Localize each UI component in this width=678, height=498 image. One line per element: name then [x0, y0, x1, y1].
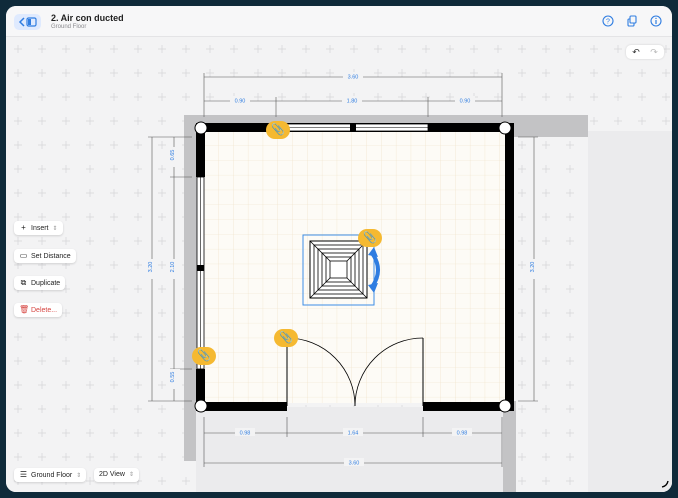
dim-bottom-total[interactable]: 3.60 [349, 461, 360, 467]
dim-left-total[interactable]: 3.20 [148, 262, 154, 273]
floor-plan-canvas[interactable]: 3.60 0.90 1.80 0.90 3.20 0.65 2.10 0.55 … [6, 37, 672, 492]
dim-right-total[interactable]: 3.20 [530, 262, 536, 273]
dim-left-mid[interactable]: 2.10 [170, 262, 176, 273]
back-button[interactable] [14, 14, 41, 30]
help-icon[interactable]: ? [602, 15, 614, 27]
chevron-left-icon [18, 17, 37, 27]
corner-node[interactable] [194, 399, 208, 413]
dim-left-top[interactable]: 0.65 [170, 150, 176, 161]
redo-icon[interactable]: ↷ [645, 46, 663, 58]
page-title: 2. Air con ducted [51, 13, 124, 23]
undo-redo-group: ↶ ↷ [626, 45, 664, 59]
share-icon[interactable] [626, 15, 638, 27]
chevron-updown-icon: ⇕ [52, 226, 58, 232]
chevron-updown-icon: ⇕ [76, 473, 82, 479]
dim-bottom-left[interactable]: 0.98 [240, 431, 251, 437]
chevron-updown-icon: ⇕ [128, 472, 134, 478]
paperclip-icon[interactable]: 📎 [274, 329, 298, 347]
svg-text:?: ? [606, 19, 610, 26]
page-subtitle: Ground Floor [51, 24, 87, 30]
paperclip-icon[interactable]: 📎 [358, 229, 382, 247]
corner-node[interactable] [498, 399, 512, 413]
dim-bottom-right[interactable]: 0.98 [457, 431, 468, 437]
corner-node[interactable] [498, 121, 512, 135]
dim-top-left[interactable]: 0.90 [235, 99, 246, 105]
floor-plan-drawing[interactable]: 3.60 0.90 1.80 0.90 3.20 0.65 2.10 0.55 … [6, 37, 672, 492]
adjacent-wall-right [503, 401, 516, 492]
info-icon[interactable] [650, 15, 662, 27]
dim-top-right[interactable]: 0.90 [460, 99, 471, 105]
set-distance-button[interactable]: ▭ Set Distance [14, 249, 76, 263]
dim-top-total[interactable]: 3.60 [348, 75, 359, 81]
paperclip-icon[interactable]: 📎 [192, 347, 216, 365]
ruler-icon: ▭ [19, 251, 28, 260]
undo-icon[interactable]: ↶ [627, 46, 645, 58]
paperclip-icon[interactable]: 📎 [266, 121, 290, 139]
insert-button[interactable]: + Insert ⇕ [14, 221, 63, 235]
top-bar: 2. Air con ducted Ground Floor ? [6, 6, 672, 37]
dim-top-mid[interactable]: 1.80 [347, 99, 358, 105]
wall-right[interactable] [505, 123, 514, 411]
dim-left-bottom[interactable]: 0.55 [170, 372, 176, 383]
delete-button[interactable]: 🗑 Delete... [14, 303, 63, 317]
duplicate-icon: ⧉ [20, 278, 27, 287]
plus-icon: + [21, 223, 26, 232]
trash-icon: 🗑 [19, 305, 30, 314]
dim-bottom-mid[interactable]: 1.64 [348, 431, 359, 437]
corner-node[interactable] [194, 121, 208, 135]
floor-selector[interactable]: ☰ Ground Floor ⇕ [14, 468, 87, 482]
layers-icon: ☰ [19, 470, 28, 479]
app-window: 2. Air con ducted Ground Floor ? 3.60 0.… [6, 6, 672, 492]
wall-bottom-left[interactable] [196, 402, 287, 411]
view-selector[interactable]: 2D View ⇕ [94, 468, 139, 482]
duplicate-button[interactable]: ⧉ Duplicate [14, 276, 66, 290]
